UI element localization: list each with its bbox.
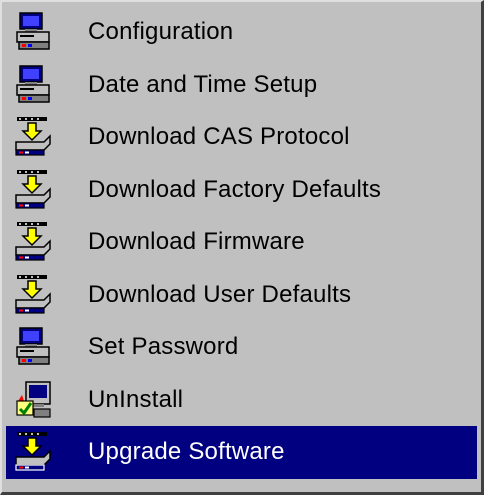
menu-item-label: Download CAS Protocol — [88, 123, 350, 151]
menu-item-label: Set Password — [88, 333, 239, 361]
menu-item-uninstall[interactable]: UnInstall — [6, 374, 477, 427]
menu-item-label: Date and Time Setup — [88, 70, 318, 98]
download-disk-icon — [14, 431, 54, 473]
menu-item-label: Configuration — [88, 18, 234, 46]
download-disk-icon — [14, 169, 54, 211]
menu-item-date-and-time-setup[interactable]: Date and Time Setup — [6, 59, 477, 112]
menu-item-label: Download Factory Defaults — [88, 175, 382, 203]
computer-icon — [14, 326, 54, 368]
menu-item-label: Upgrade Software — [88, 438, 285, 466]
start-menu-submenu: Configuration Date and Time Setup Downlo… — [0, 0, 484, 495]
menu-item-label: Download Firmware — [88, 228, 305, 256]
menu-item-set-password[interactable]: Set Password — [6, 321, 477, 374]
menu-item-download-factory-defaults[interactable]: Download Factory Defaults — [6, 164, 477, 217]
menu-item-label: UnInstall — [88, 385, 184, 413]
menu-item-upgrade-software[interactable]: Upgrade Software — [6, 426, 477, 479]
menu-item-label: Download User Defaults — [88, 280, 352, 308]
menu-item-download-user-defaults[interactable]: Download User Defaults — [6, 269, 477, 322]
menu-item-configuration[interactable]: Configuration — [6, 6, 477, 59]
computer-icon — [14, 64, 54, 106]
menu-item-download-cas-protocol[interactable]: Download CAS Protocol — [6, 111, 477, 164]
download-disk-icon — [14, 221, 54, 263]
computer-icon — [14, 11, 54, 53]
download-disk-icon — [14, 116, 54, 158]
menu-item-download-firmware[interactable]: Download Firmware — [6, 216, 477, 269]
download-disk-icon — [14, 274, 54, 316]
uninstall-icon — [14, 379, 54, 421]
